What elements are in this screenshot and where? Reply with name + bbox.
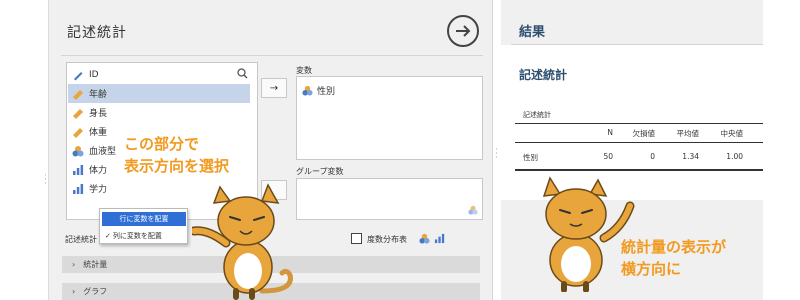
variable-item-id[interactable]: ID [68,65,250,84]
results-heading: 記述統計 [519,68,568,82]
split-direction-dropdown[interactable]: 行に変数を配置 ✓ 列に変数を配置 [99,208,188,244]
variables-box-label: 変数 [296,66,312,75]
variable-label: 体力 [89,166,108,176]
chevron-right-icon: › [72,260,76,269]
split-direction-label: 記述統計 [65,235,97,244]
option-label: 列に変数を配置 [112,232,162,240]
table-header-rule [515,142,763,143]
arrow-right-icon [456,25,471,37]
continuous-icon [73,108,83,119]
move-to-variables-button[interactable]: → [261,78,287,98]
column-header-missing: 欠損値 [632,129,656,138]
continuous-icon [73,127,83,138]
variable-label: 身長 [89,109,108,119]
variable-label: 学力 [89,185,108,195]
variable-label: ID [89,69,99,80]
variables-box[interactable]: 性別 [296,76,483,160]
title-divider [61,55,483,56]
cat-mascot-thumbs-icon [542,176,635,292]
annotation-right-line1: 統計量の表示が [621,238,727,256]
cell-median: 1.00 [726,152,743,161]
table-top-rule [515,123,763,124]
annotation-left: この部分で 表示方向を選択 [124,133,229,177]
variable-label: 血液型 [89,147,117,157]
column-header-n: N [607,128,613,137]
frequency-table-label: 度数分布表 [367,235,407,244]
annotation-left-line1: この部分で [124,135,200,153]
ordinal-icon [73,183,84,194]
nominal-icon [302,85,313,96]
nominal-icon [72,145,84,156]
section-graphs-label: グラフ [83,287,108,296]
option-variables-in-rows[interactable]: 行に変数を配置 [102,212,186,226]
nominal-icon [419,233,430,244]
cell-mean: 1.34 [682,152,699,161]
nominal-icon [468,205,478,215]
gutter-handle[interactable]: · · · [44,172,47,189]
cat-mascot-pointing-icon [192,183,293,300]
chevron-right-icon: › [72,287,76,296]
variable-item-height[interactable]: 身長 [68,103,250,122]
variable-item-age[interactable]: 年齢 [68,84,250,103]
frequency-table-checkbox[interactable] [351,233,362,244]
ordinal-icon [73,164,84,175]
row-label: 性別 [523,153,538,162]
panel-title: 記述統計 [67,25,127,41]
column-header-mean: 平均値 [676,129,700,138]
left-gutter: · · · [0,0,48,300]
variable-label: 体重 [89,128,108,138]
variables-box-item-label: 性別 [317,87,336,97]
variable-label: 年齢 [89,90,108,100]
cell-missing: 0 [650,152,655,161]
annotation-right-line2: 横方向に [621,260,682,278]
annotation-right: 統計量の表示が 横方向に [621,236,726,280]
annotation-left-line2: 表示方向を選択 [124,157,230,175]
column-header-median: 中央値 [720,129,744,138]
search-icon[interactable] [237,68,248,79]
table-title: 記述統計 [523,111,551,119]
cell-n: 50 [603,152,613,161]
section-statistics-label: 統計量 [83,260,108,269]
ordinal-icon [434,233,445,244]
checkmark-icon: ✓ [105,232,111,240]
id-icon [74,71,83,80]
panel-splitter[interactable]: · · · [493,0,501,300]
table-bottom-rule [515,169,763,171]
group-variable-box[interactable] [296,178,483,220]
run-arrow-button[interactable] [447,15,479,47]
splitter-handle-icon: · · · [495,145,498,163]
results-header: 結果 [519,25,546,40]
option-variables-in-columns[interactable]: ✓ 列に変数を配置 [102,229,186,243]
continuous-icon [73,89,83,100]
variables-box-item[interactable]: 性別 [302,84,335,97]
group-box-label: グループ変数 [296,167,344,176]
